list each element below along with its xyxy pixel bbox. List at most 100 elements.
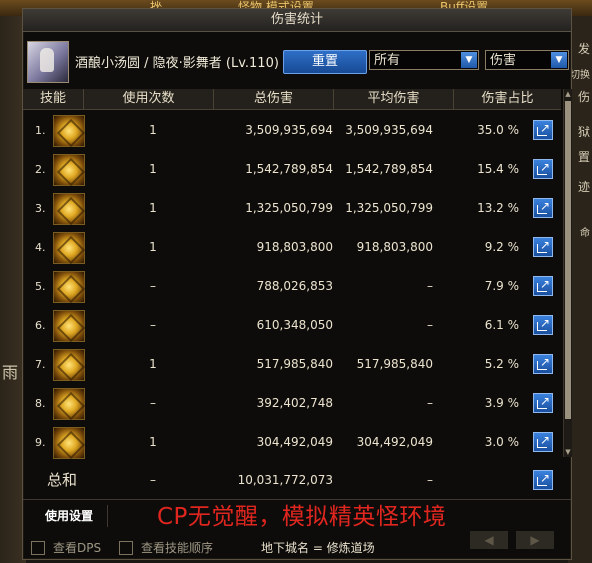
usage-settings-button[interactable]: 使用设置 — [31, 505, 108, 527]
annotation-text: CP无觉醒，模拟精英怪环境 — [157, 504, 447, 530]
background-label: 切换 — [570, 70, 590, 81]
skill-icon — [53, 427, 85, 459]
sum-average-cell: – — [427, 473, 433, 487]
background-label: 伤 — [577, 90, 590, 104]
skill-icon — [53, 154, 85, 186]
window-title[interactable]: 伤害统计 — [23, 9, 571, 32]
column-header-average[interactable]: 平均伤害 — [333, 89, 453, 109]
damage-share-cell: 15.4 % — [477, 162, 519, 176]
background-label: 置 — [577, 150, 590, 164]
damage-share-cell: 6.1 % — [484, 318, 519, 332]
next-page-icon[interactable]: ▶ — [516, 531, 554, 549]
chevron-down-icon[interactable]: ▼ — [551, 52, 567, 68]
export-icon[interactable] — [533, 393, 553, 413]
check-skill-order-checkbox[interactable] — [119, 541, 133, 555]
damage-share-cell: 3.9 % — [484, 396, 519, 410]
skill-icon — [53, 388, 85, 420]
sum-label: 总和 — [47, 471, 78, 489]
average-damage-cell: 304,492,049 — [356, 435, 433, 449]
damage-share-cell: 13.2 % — [477, 201, 519, 215]
export-icon[interactable] — [533, 237, 553, 257]
background-label: 雨 — [2, 363, 19, 382]
uses-cell: – — [150, 318, 156, 332]
skill-icon — [53, 232, 85, 264]
damage-share-cell: 9.2 % — [484, 240, 519, 254]
uses-cell: 1 — [149, 240, 157, 254]
row-index: 8. — [35, 397, 46, 410]
table-row[interactable]: 9. 1 304,492,049 304,492,049 3.0 % — [23, 423, 561, 462]
export-icon[interactable] — [533, 432, 553, 452]
skill-icon — [53, 349, 85, 381]
background-label: 发 — [577, 42, 590, 56]
damage-share-cell: 7.9 % — [484, 279, 519, 293]
skill-icon — [53, 115, 85, 147]
total-damage-cell: 1,325,050,799 — [245, 201, 333, 215]
table-row[interactable]: 2. 1 1,542,789,854 1,542,789,854 15.4 % — [23, 150, 561, 189]
row-index: 1. — [35, 124, 46, 137]
character-avatar — [27, 41, 69, 83]
check-dps-checkbox[interactable] — [31, 541, 45, 555]
skill-icon — [53, 271, 85, 303]
row-index: 5. — [35, 280, 46, 293]
sum-total-cell: 10,031,772,073 — [237, 473, 333, 487]
column-header-skill[interactable]: 技能 — [23, 89, 83, 109]
export-icon[interactable] — [533, 198, 553, 218]
total-damage-cell: 788,026,853 — [256, 279, 333, 293]
export-icon[interactable] — [533, 120, 553, 140]
export-icon[interactable] — [533, 315, 553, 335]
sum-uses-cell: – — [150, 473, 156, 487]
table-row[interactable]: 4. 1 918,803,800 918,803,800 9.2 % — [23, 228, 561, 267]
table-row[interactable]: 8. – 392,402,748 – 3.9 % — [23, 384, 561, 423]
prev-page-icon[interactable]: ◀ — [470, 531, 508, 549]
scroll-up-icon[interactable]: ▲ — [564, 89, 572, 99]
average-damage-cell: 1,325,050,799 — [345, 201, 433, 215]
average-damage-cell: – — [427, 318, 433, 332]
average-damage-cell: 517,985,840 — [356, 357, 433, 371]
uses-cell: 1 — [149, 435, 157, 449]
uses-cell: – — [150, 279, 156, 293]
background-label: 狱 — [577, 125, 590, 139]
column-header-uses[interactable]: 使用次数 — [83, 89, 213, 109]
sum-row: 总和 – 10,031,772,073 – — [23, 461, 561, 499]
total-damage-cell: 918,803,800 — [256, 240, 333, 254]
average-damage-cell: 3,509,935,694 — [345, 123, 433, 137]
chevron-down-icon[interactable]: ▼ — [461, 52, 477, 68]
metric-dropdown[interactable]: 伤害 ▼ — [485, 50, 569, 70]
table-scrollbar[interactable]: ▲ ▼ — [563, 89, 572, 457]
filter-value: 所有 — [374, 53, 401, 68]
scroll-thumb[interactable] — [565, 101, 571, 419]
check-dps-label[interactable]: 查看DPS — [53, 539, 101, 556]
column-header-total[interactable]: 总伤害 — [213, 89, 333, 109]
row-index: 3. — [35, 202, 46, 215]
total-damage-cell: 304,492,049 — [256, 435, 333, 449]
reset-button[interactable]: 重置 — [283, 50, 367, 74]
dungeon-name: 地下城名 = 修炼道场 — [261, 541, 375, 555]
export-icon[interactable] — [533, 159, 553, 179]
row-index: 7. — [35, 358, 46, 371]
background-label: 命 — [580, 228, 590, 239]
total-damage-cell: 1,542,789,854 — [245, 162, 333, 176]
export-icon[interactable] — [533, 470, 553, 490]
background-label: 迹 — [577, 180, 590, 194]
average-damage-cell: 1,542,789,854 — [345, 162, 433, 176]
column-header-share[interactable]: 伤害占比 — [453, 89, 561, 109]
total-damage-cell: 392,402,748 — [256, 396, 333, 410]
table-row[interactable]: 3. 1 1,325,050,799 1,325,050,799 13.2 % — [23, 189, 561, 228]
row-index: 4. — [35, 241, 46, 254]
total-damage-cell: 517,985,840 — [256, 357, 333, 371]
table-header: 技能 使用次数 总伤害 平均伤害 伤害占比 — [23, 89, 561, 110]
scroll-down-icon[interactable]: ▼ — [564, 447, 572, 457]
table-row[interactable]: 7. 1 517,985,840 517,985,840 5.2 % — [23, 345, 561, 384]
uses-cell: 1 — [149, 162, 157, 176]
table-row[interactable]: 6. – 610,348,050 – 6.1 % — [23, 306, 561, 345]
uses-cell: 1 — [149, 357, 157, 371]
export-icon[interactable] — [533, 276, 553, 296]
metric-value: 伤害 — [490, 53, 517, 68]
average-damage-cell: 918,803,800 — [356, 240, 433, 254]
filter-dropdown[interactable]: 所有 ▼ — [369, 50, 479, 70]
table-row[interactable]: 5. – 788,026,853 – 7.9 % — [23, 267, 561, 306]
table-row[interactable]: 1. 1 3,509,935,694 3,509,935,694 35.0 % — [23, 111, 561, 150]
check-skill-order-label[interactable]: 查看技能顺序 — [141, 539, 213, 556]
uses-cell: – — [150, 396, 156, 410]
export-icon[interactable] — [533, 354, 553, 374]
